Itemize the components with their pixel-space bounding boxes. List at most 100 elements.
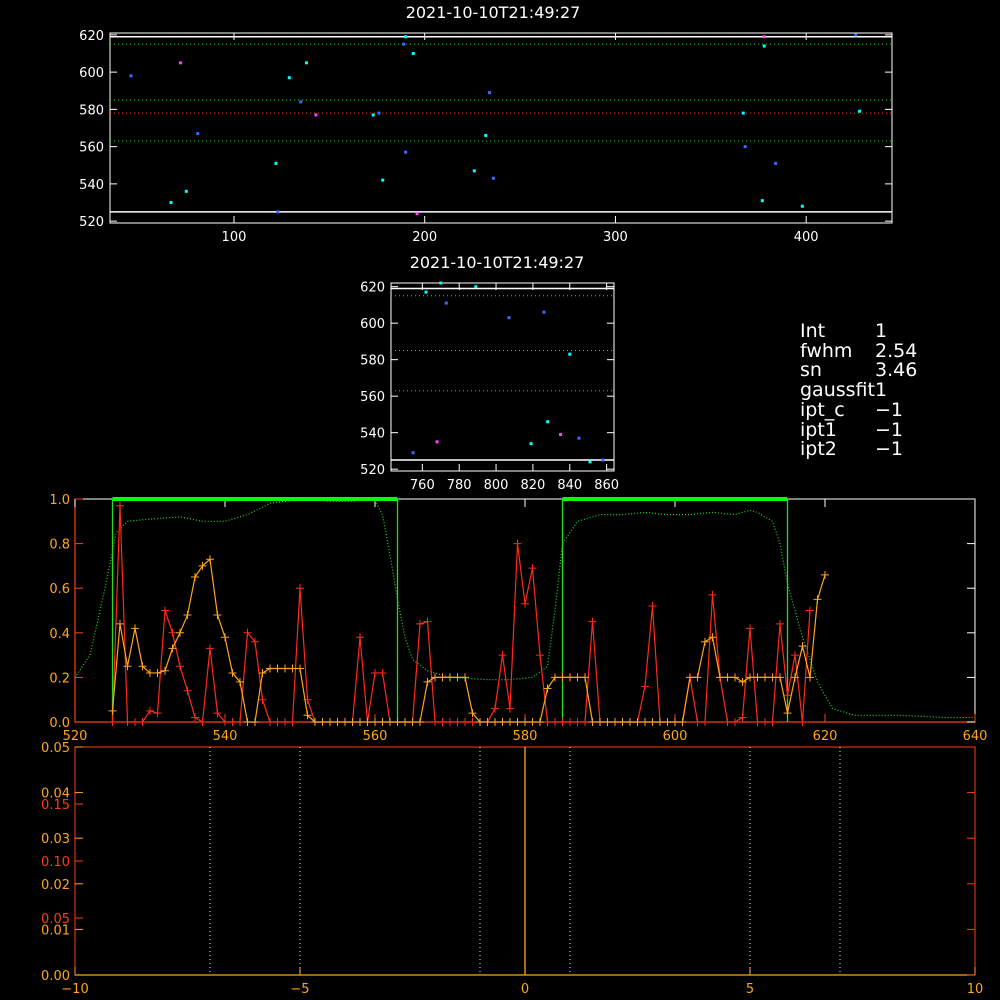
spectrum-point-marker: [153, 709, 162, 718]
bottom-xtick-label: 0: [521, 982, 529, 997]
spectrum-point-marker: [273, 718, 282, 726]
spectrum-point-marker: [423, 617, 432, 626]
top-point: [371, 113, 375, 117]
spectrum-point-marker: [678, 718, 687, 726]
top-point: [404, 35, 408, 39]
spectrum-point-marker: [558, 673, 567, 682]
top-ytick-label: 520: [79, 215, 104, 230]
mid-point: [542, 310, 546, 314]
top-point: [381, 178, 385, 182]
top-point: [169, 201, 173, 205]
spectrum-point-marker: [131, 624, 139, 633]
spectrum-point-marker: [191, 713, 199, 722]
mid-ytick-label: 620: [360, 281, 385, 296]
top-point: [287, 76, 291, 80]
spectrum-point-marker: [266, 664, 274, 673]
top-point: [402, 42, 406, 46]
mid-ytick-label: 520: [360, 463, 385, 478]
spectrum-point-marker: [776, 673, 784, 682]
top-ytick-label: 580: [79, 103, 104, 118]
info-value: 1: [875, 379, 888, 402]
top-point: [304, 61, 308, 65]
spectrum-point-marker: [453, 673, 462, 682]
spectrum-point-marker: [536, 651, 544, 660]
spectrum-point-marker: [498, 651, 507, 660]
spectrum-point-marker: [746, 624, 754, 633]
spectrum-point-marker: [693, 673, 702, 682]
spectrum-point-marker: [363, 718, 372, 726]
top-panel-frame: [109, 32, 893, 224]
spectrum-point-marker: [378, 718, 387, 726]
spectrum-point-marker: [288, 718, 297, 726]
top-point: [274, 161, 278, 165]
spectrum-point-marker: [491, 704, 499, 713]
spectrum-point-marker: [551, 673, 559, 682]
mid-xtick-label: 800: [484, 478, 509, 493]
spectrum-point-marker: [626, 718, 634, 726]
fit-info-panel: Int 1 fwhm 2.54 sn 3.46 gaussfit 1 ipt_c −1 i…: [800, 320, 990, 461]
mid-point: [474, 285, 478, 289]
spectrum-point-marker: [573, 673, 582, 682]
spectrum-xtick-label: 560: [363, 729, 388, 744]
spectrum-point-marker: [806, 606, 814, 615]
spectrum-point-marker: [566, 673, 574, 682]
spectrum-ytick-label: 0.8: [49, 538, 70, 553]
spectrum-point-marker: [761, 718, 769, 726]
spectrum-point-marker: [296, 584, 304, 593]
spectrum-point-marker: [356, 718, 364, 726]
spectrum-point-marker: [686, 673, 694, 682]
top-xtick-label: 300: [603, 230, 628, 245]
spectrum-point-marker: [123, 718, 132, 726]
spectrum-point-marker: [566, 718, 574, 726]
spectrum-ytick-label: 0.0: [49, 716, 70, 731]
mid-point: [507, 316, 511, 320]
spectrum-point-marker: [558, 718, 567, 726]
transmission-curve: [74, 498, 975, 719]
spectrum-ytick-label: 0.4: [49, 627, 70, 642]
spectrum-point-marker: [348, 718, 357, 726]
figure-canvas: 2021-10-10T21:49:27 2021-10-10T21:49:27 …: [41, 3, 987, 997]
top-point: [276, 210, 280, 214]
mid-ytick-label: 540: [360, 427, 385, 442]
mid-panel-title: 2021-10-10T21:49:27: [410, 253, 585, 272]
bottom-ytick-label: 0.03: [41, 832, 70, 847]
top-point: [314, 113, 318, 117]
spectrum-point-marker: [356, 633, 364, 642]
mid-xtick-label: 780: [447, 478, 472, 493]
mid-point: [435, 440, 439, 444]
info-value: −1: [875, 438, 904, 461]
spectrum-point-marker: [206, 644, 214, 653]
mid-point: [444, 301, 448, 305]
top-threshold-lines: [110, 33, 892, 223]
spectrum-series-0: [108, 501, 814, 726]
info-row-int: Int 1: [800, 320, 990, 342]
mid-xtick-label: 840: [557, 478, 582, 493]
spectrum-point-marker: [483, 718, 492, 726]
mid-point: [559, 432, 563, 436]
info-key: Int: [800, 320, 826, 342]
bottom-xtick-label: 10: [967, 982, 984, 997]
top-point: [762, 35, 766, 39]
spectrum-point-marker: [768, 718, 777, 726]
spectrum-point-marker: [506, 704, 514, 713]
spectrum-point-marker: [513, 718, 522, 726]
top-points: [129, 33, 862, 216]
top-point: [299, 100, 303, 104]
top-ytick-label: 540: [79, 178, 104, 193]
spectrum-point-marker: [281, 664, 289, 673]
top-point: [858, 109, 862, 113]
spectrum-point-marker: [656, 718, 664, 726]
mid-point: [424, 290, 428, 294]
spectrum-point-marker: [453, 718, 462, 726]
mid-points: [411, 281, 605, 464]
spectrum-xtick-label: 540: [213, 729, 238, 744]
spectrum-point-marker: [701, 637, 709, 646]
top-point: [184, 189, 188, 193]
top-point: [179, 61, 183, 65]
top-xtick-label: 400: [794, 230, 819, 245]
spectrum-point-marker: [708, 590, 717, 599]
mid-point: [577, 436, 581, 440]
info-value: −1: [875, 398, 904, 421]
spectrum-point-marker: [693, 718, 702, 726]
spectrum-point-marker: [371, 668, 379, 677]
